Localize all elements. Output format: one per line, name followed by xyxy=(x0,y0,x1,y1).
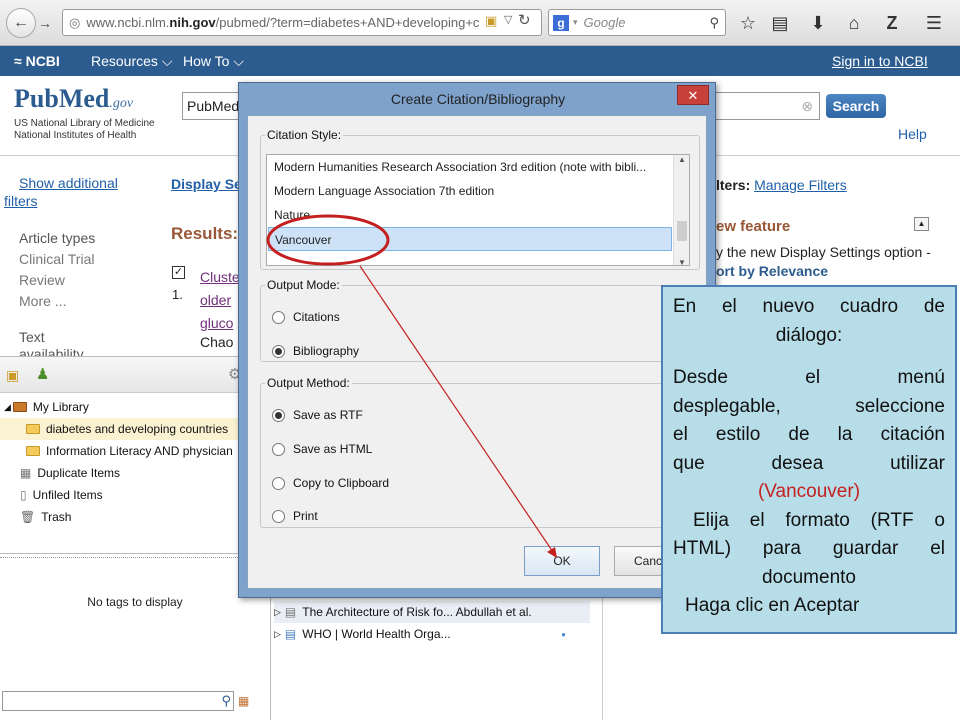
callout-line: HTML) para guardar el xyxy=(673,538,945,559)
arrow-head xyxy=(547,547,557,558)
callout-line: documento xyxy=(761,566,856,588)
callout-line: el estilo de la citación xyxy=(673,424,945,445)
arrow-line xyxy=(359,265,554,553)
callout-line-vancouver: (Vancouver) xyxy=(757,481,861,502)
callout-line: Elija el formato (RTF o xyxy=(693,509,945,531)
callout-line: Haga clic en Aceptar xyxy=(685,595,860,616)
highlight-ellipse xyxy=(266,214,390,266)
callout-line: diálogo: xyxy=(775,324,843,346)
callout-line: En el nuevo cuadro de xyxy=(673,296,945,317)
callout-line: desplegable, seleccione xyxy=(673,395,945,417)
callout-spacer xyxy=(673,350,945,364)
callout-line: Desde el menú xyxy=(673,367,945,388)
callout-line: que desea utilizar xyxy=(673,452,945,474)
instruction-callout: En el nuevo cuadro de diálogo: Desde el … xyxy=(661,285,957,634)
